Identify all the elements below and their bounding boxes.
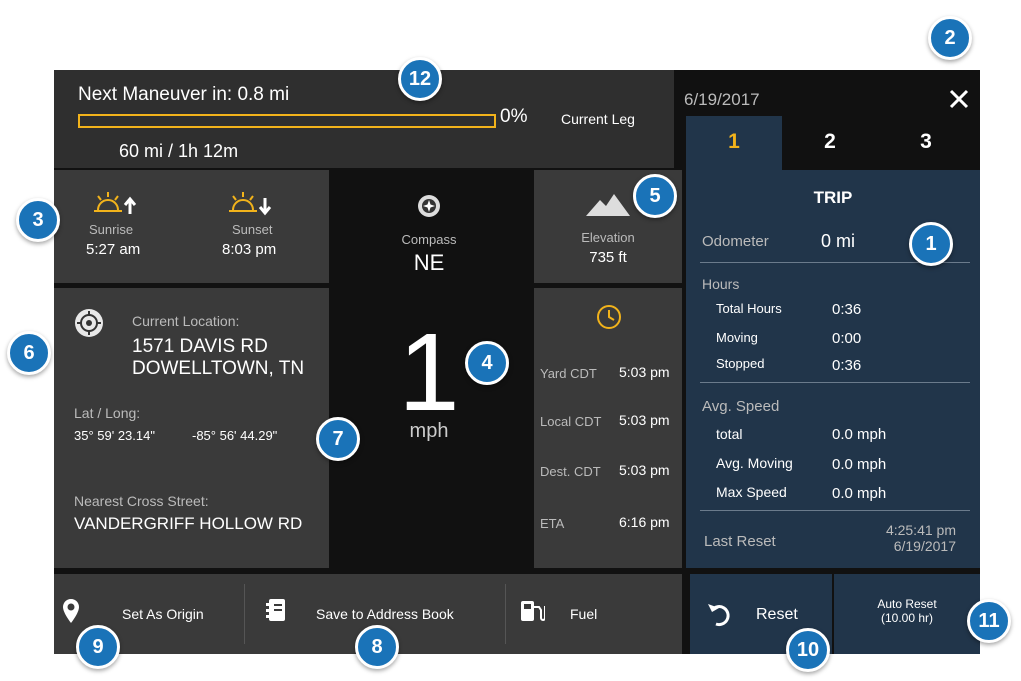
fuel-pump-icon bbox=[521, 601, 545, 621]
fuel-label: Fuel bbox=[570, 606, 598, 622]
next-maneuver-text: Next Maneuver in: 0.8 mi bbox=[78, 84, 290, 105]
sunrise-label: Sunrise bbox=[89, 222, 134, 237]
tab-2[interactable]: 2 bbox=[782, 116, 878, 170]
callout-badge-2: 2 bbox=[928, 16, 972, 60]
callout-badge-11: 11 bbox=[967, 599, 1011, 643]
set-origin-label: Set As Origin bbox=[122, 606, 204, 622]
clock-time-dest: 5:03 pm bbox=[619, 462, 670, 478]
compass-icon bbox=[418, 195, 440, 217]
clocks-tile: Yard CDT 5:03 pm Local CDT 5:03 pm Dest.… bbox=[534, 288, 682, 568]
avg-speed-label: Avg. Speed bbox=[702, 398, 780, 415]
close-icon[interactable] bbox=[948, 88, 970, 110]
current-leg-label: Current Leg bbox=[561, 111, 635, 127]
callout-badge-7: 7 bbox=[316, 417, 360, 461]
trip-title: TRIP bbox=[813, 188, 853, 207]
callout-badge-4: 4 bbox=[465, 341, 509, 385]
elevation-value: 735 ft bbox=[589, 249, 627, 266]
tab-1[interactable]: 1 bbox=[686, 116, 782, 170]
stopped-label: Stopped bbox=[716, 356, 765, 371]
callout-badge-9: 9 bbox=[76, 625, 120, 669]
odometer-value: 0 mi bbox=[821, 231, 856, 251]
compass-label: Compass bbox=[401, 232, 457, 247]
address-book-icon bbox=[266, 599, 285, 621]
avg-moving-label: Avg. Moving bbox=[716, 455, 793, 471]
moving-value: 0:00 bbox=[832, 330, 862, 347]
max-speed-label: Max Speed bbox=[716, 484, 787, 500]
divider bbox=[700, 510, 970, 511]
clock-time-eta: 6:16 pm bbox=[619, 514, 670, 530]
auto-reset-interval: (10.00 hr) bbox=[880, 611, 934, 625]
clock-time-yard: 5:03 pm bbox=[619, 364, 670, 380]
last-reset-date: 6/19/2017 bbox=[893, 538, 956, 554]
maneuver-panel: Next Maneuver in: 0.8 mi 0% Current Leg … bbox=[54, 70, 674, 168]
clock-label-yard: Yard CDT bbox=[540, 366, 597, 381]
compass-heading: NE bbox=[413, 250, 445, 275]
avg-moving-value: 0.0 mph bbox=[832, 456, 887, 473]
auto-reset-button[interactable]: Auto Reset (10.00 hr) bbox=[834, 574, 980, 654]
address-line-1: 1571 DAVIS RD bbox=[132, 336, 268, 357]
odometer-label: Odometer bbox=[702, 233, 769, 250]
sunset-time: 8:03 pm bbox=[222, 241, 277, 258]
reset-label: Reset bbox=[756, 606, 798, 623]
tab-2-label: 2 bbox=[824, 130, 836, 153]
tab-3-label: 3 bbox=[920, 130, 932, 153]
tab-1-label: 1 bbox=[728, 130, 740, 153]
maneuver-progress-bar bbox=[78, 114, 496, 128]
callout-badge-12: 12 bbox=[398, 57, 442, 101]
mountain-icon bbox=[586, 194, 630, 216]
callout-badge-10: 10 bbox=[786, 628, 830, 672]
cross-street-value: VANDERGRIFF HOLLOW RD bbox=[74, 514, 303, 533]
progress-percent: 0% bbox=[500, 106, 528, 127]
stopped-value: 0:36 bbox=[832, 357, 862, 374]
address-line-2: DOWELLTOWN, TN bbox=[132, 358, 305, 379]
location-target-icon bbox=[75, 309, 103, 337]
callout-badge-8: 8 bbox=[355, 625, 399, 669]
sunrise-icon bbox=[94, 192, 137, 214]
location-tile: Current Location: 1571 DAVIS RD DOWELLTO… bbox=[54, 288, 329, 568]
divider bbox=[700, 382, 970, 383]
last-reset-time: 4:25:41 pm bbox=[885, 522, 956, 538]
total-hours-label: Total Hours bbox=[716, 301, 782, 316]
longitude: -85° 56' 44.29" bbox=[192, 428, 278, 443]
clock-icon bbox=[597, 305, 621, 329]
latitude: 35° 59' 23.14" bbox=[74, 428, 155, 443]
fuel-button[interactable]: Fuel bbox=[506, 574, 682, 654]
clock-label-eta: ETA bbox=[540, 516, 565, 531]
clock-label-local: Local CDT bbox=[540, 414, 602, 429]
latlong-label: Lat / Long: bbox=[74, 405, 141, 421]
callout-badge-5: 5 bbox=[633, 174, 677, 218]
undo-icon bbox=[708, 604, 730, 627]
max-speed-value: 0.0 mph bbox=[832, 485, 887, 502]
clock-label-dest: Dest. CDT bbox=[540, 464, 601, 479]
moving-label: Moving bbox=[716, 330, 758, 345]
map-pin-icon bbox=[63, 599, 79, 623]
total-hours-value: 0:36 bbox=[832, 301, 862, 318]
sunset-label: Sunset bbox=[232, 222, 273, 237]
total-speed-value: 0.0 mph bbox=[832, 426, 887, 443]
speed-unit: mph bbox=[409, 420, 449, 442]
hours-label: Hours bbox=[702, 276, 740, 292]
tab-3[interactable]: 3 bbox=[878, 116, 974, 170]
auto-reset-label: Auto Reset bbox=[877, 597, 937, 611]
total-speed-label: total bbox=[716, 426, 743, 442]
save-address-book-label: Save to Address Book bbox=[316, 606, 454, 622]
clock-time-local: 5:03 pm bbox=[619, 412, 670, 428]
callout-badge-1: 1 bbox=[909, 222, 953, 266]
sunset-icon bbox=[229, 192, 272, 216]
sun-times-tile: Sunrise 5:27 am Sunset 8:03 pm bbox=[54, 170, 329, 283]
device-screen: Next Maneuver in: 0.8 mi 0% Current Leg … bbox=[54, 70, 980, 654]
current-location-label: Current Location: bbox=[132, 313, 240, 329]
last-reset-label: Last Reset bbox=[704, 533, 776, 550]
distance-time: 60 mi / 1h 12m bbox=[119, 141, 239, 161]
trip-header: 6/19/2017 1 2 3 bbox=[680, 70, 980, 170]
callout-badge-6: 6 bbox=[7, 331, 51, 375]
elevation-label: Elevation bbox=[581, 230, 635, 245]
cross-street-label: Nearest Cross Street: bbox=[74, 493, 209, 509]
trip-date: 6/19/2017 bbox=[684, 90, 760, 109]
callout-badge-3: 3 bbox=[16, 198, 60, 242]
sunrise-time: 5:27 am bbox=[86, 241, 141, 258]
